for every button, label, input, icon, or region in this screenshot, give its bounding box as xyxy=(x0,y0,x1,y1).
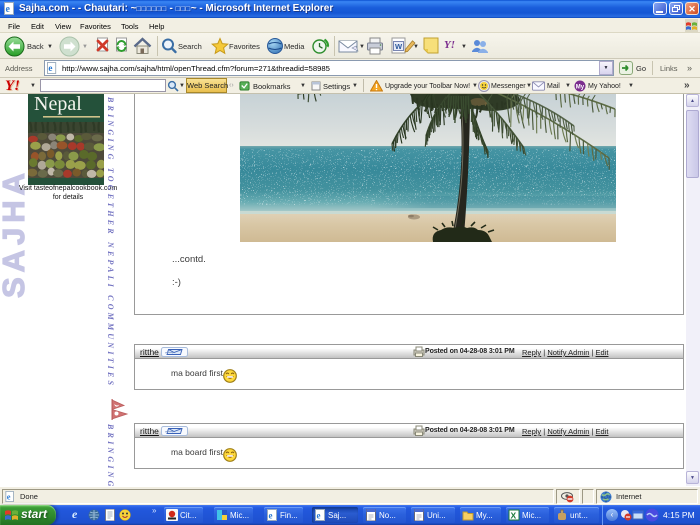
svg-text:Nepal: Nepal xyxy=(34,94,82,115)
svg-text:X: X xyxy=(511,511,517,521)
svg-text:My: My xyxy=(576,85,585,91)
svg-text:e: e xyxy=(317,511,321,521)
svg-text:e: e xyxy=(6,4,11,15)
svg-text:e: e xyxy=(7,491,11,501)
svg-text:e: e xyxy=(269,511,273,521)
svg-text:e: e xyxy=(48,63,52,73)
svg-text:W: W xyxy=(395,42,403,51)
